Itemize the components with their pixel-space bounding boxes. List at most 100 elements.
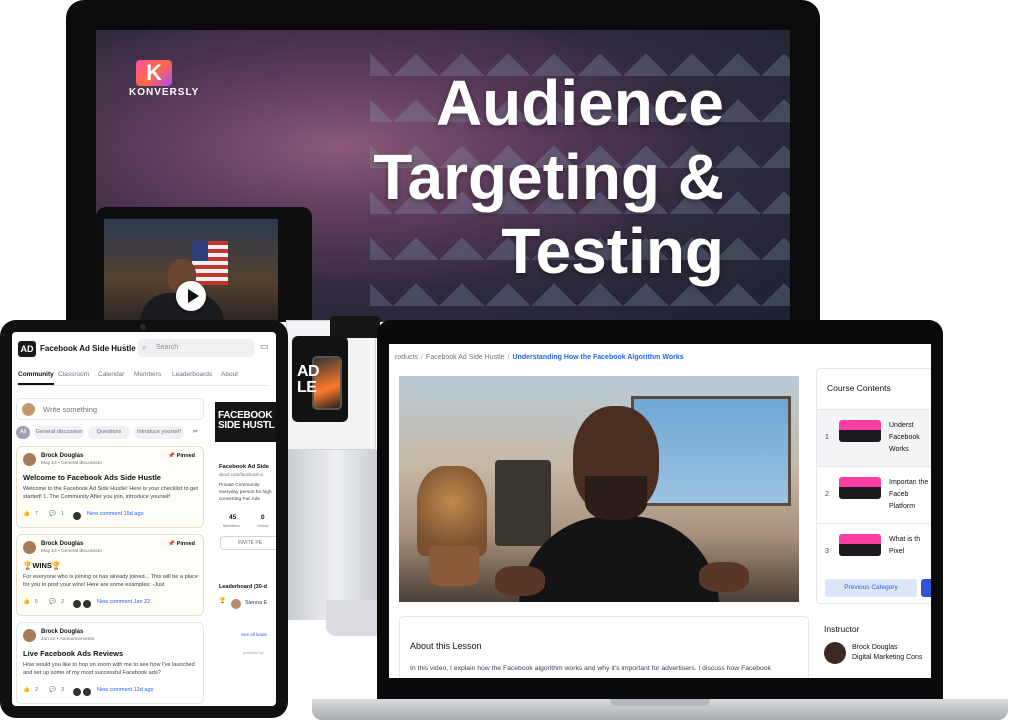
post-title[interactable]: Live Facebook Ads Reviews xyxy=(23,649,203,658)
post-footer: 👍 5 💬 2 New comment Jan 22 xyxy=(23,599,203,609)
avatar xyxy=(23,453,36,466)
post-title[interactable]: 🏆WINS🏆 xyxy=(23,561,203,570)
about-lesson-card: About this Lesson In this video, I expla… xyxy=(399,616,809,678)
online-label: Online xyxy=(257,523,269,528)
video-plant xyxy=(417,466,487,556)
mini-video[interactable] xyxy=(104,219,278,322)
presenter-hand-left xyxy=(495,566,545,596)
post-card[interactable]: Brock Douglas May 14 • General discussio… xyxy=(16,534,204,616)
breadcrumb-group[interactable]: Facebook Ad Side Hustle xyxy=(426,354,505,361)
post-footer: 👍 7 💬 1 New comment 15d ago xyxy=(23,511,203,521)
mini-phone-text: AD LE xyxy=(297,364,320,396)
write-post-input[interactable]: Write something xyxy=(16,398,204,420)
chevron-updown-icon[interactable]: ⌃ xyxy=(121,343,127,351)
chip-general[interactable]: General discussion xyxy=(34,426,84,439)
comment-count: 2 xyxy=(61,599,65,605)
tablet-device: AD Facebook Ad Side Hustle ⌃ Search ⌕ ▭ … xyxy=(0,320,288,718)
leader-name: Sienna E xyxy=(245,600,268,606)
instructor-role: Digital Marketing Cons xyxy=(852,654,923,661)
see-all-leaderboard-link[interactable]: See all leade xyxy=(241,632,267,637)
avatar xyxy=(73,600,81,608)
mini-phone-line-2: LE xyxy=(297,379,317,396)
hero-title-line-1: Audience xyxy=(435,67,724,139)
konversly-logo: K xyxy=(136,60,172,86)
course-item[interactable]: 2 Importan the Faceb Platform xyxy=(817,466,931,523)
members-count: 45 xyxy=(229,514,237,521)
chip-questions[interactable]: Questions xyxy=(88,426,130,439)
comment-count: 3 xyxy=(61,687,65,693)
course-item-number: 1 xyxy=(825,434,829,441)
pinned-label: Pinned xyxy=(176,541,195,547)
search-icon: ⌕ xyxy=(142,343,147,352)
last-comment-link[interactable]: New comment Jan 22 xyxy=(97,599,150,605)
video-speaker xyxy=(495,460,551,546)
last-comment-link[interactable]: New comment 12d ago xyxy=(97,687,154,693)
comment-icon[interactable]: 💬 xyxy=(49,511,56,517)
course-item[interactable]: 3 What is th Pixel xyxy=(817,523,931,580)
like-icon[interactable]: 👍 xyxy=(23,599,30,605)
chat-icon[interactable]: ▭ xyxy=(260,341,269,352)
post-card[interactable]: Brock Douglas May 14 • General discussio… xyxy=(16,446,204,528)
post-author[interactable]: Brock Douglas xyxy=(41,629,83,635)
avatar xyxy=(83,688,91,696)
post-card[interactable]: Brock Douglas Jan 22 • Announcements Liv… xyxy=(16,622,204,704)
hero-title-line-3: Testing xyxy=(501,215,724,287)
members-label: Members xyxy=(223,523,240,528)
lesson-video[interactable] xyxy=(399,376,799,602)
macbook-device: roducts / Facebook Ad Side Hustle / Understa… xyxy=(377,320,943,702)
course-item-thumbnail xyxy=(839,420,881,442)
pinned-badge: 📌 Pinned xyxy=(168,541,195,547)
post-author[interactable]: Brock Douglas xyxy=(41,541,83,547)
tab-calendar[interactable]: Calendar xyxy=(98,371,124,378)
breadcrumb-products[interactable]: roducts xyxy=(395,354,418,361)
tiny-screen xyxy=(330,316,380,338)
presenter-beard xyxy=(585,476,647,520)
course-item-thumbnail xyxy=(839,477,881,499)
leaderboard-row[interactable]: 🏆 Sienna E xyxy=(219,598,276,610)
macbook-notch xyxy=(610,699,710,706)
video-pot xyxy=(429,546,479,586)
write-placeholder: Write something xyxy=(43,405,98,414)
online-count: 0 xyxy=(261,514,265,521)
tab-community[interactable]: Community xyxy=(18,371,54,385)
category-chips: All General discussion Questions Introdu… xyxy=(16,426,212,440)
breadcrumb-current: Understanding How the Facebook Algorithm… xyxy=(512,354,684,361)
like-icon[interactable]: 👍 xyxy=(23,687,30,693)
tab-leaderboards[interactable]: Leaderboards xyxy=(172,371,212,378)
avatar xyxy=(23,541,36,554)
flag-image xyxy=(192,241,228,285)
tab-members[interactable]: Members xyxy=(134,371,161,378)
chip-introduce[interactable]: Introduce yourself xyxy=(134,426,184,439)
comment-icon[interactable]: 💬 xyxy=(49,687,56,693)
breadcrumb: roducts / Facebook Ad Side Hustle / Understa… xyxy=(395,354,684,361)
group-logo[interactable]: AD xyxy=(18,341,36,357)
chip-all[interactable]: All xyxy=(16,426,30,439)
comment-icon[interactable]: 💬 xyxy=(49,599,56,605)
post-meta: Jan 22 • Announcements xyxy=(41,637,95,642)
previous-category-button[interactable]: Previous Category xyxy=(825,579,917,597)
group-url[interactable]: skool.com/facebook-a xyxy=(219,472,263,477)
search-input[interactable]: Search xyxy=(138,339,254,357)
course-item[interactable]: 1 Underst Facebook Works xyxy=(817,409,931,466)
last-comment-link[interactable]: New comment 15d ago xyxy=(87,511,144,517)
invite-button[interactable]: INVITE PE xyxy=(220,536,276,550)
post-meta: May 14 • General discussion xyxy=(41,461,102,466)
tab-classroom[interactable]: Classroom xyxy=(58,371,89,378)
group-sidebar: FACEBOOK SIDE HUSTL Facebook Ad Side sko… xyxy=(215,388,276,706)
filter-icon[interactable]: ⇌ xyxy=(188,426,202,439)
avatar xyxy=(73,688,81,696)
post-title[interactable]: Welcome to Facebook Ads Side Hustle xyxy=(23,473,203,482)
instructor-name[interactable]: Brock Douglas xyxy=(852,644,898,651)
next-category-button[interactable] xyxy=(921,579,931,597)
post-body: For everyone who is joining or has alrea… xyxy=(23,574,198,588)
like-icon[interactable]: 👍 xyxy=(23,511,30,517)
avatar xyxy=(824,642,846,664)
avatar xyxy=(73,512,81,520)
course-item-label: Importan the Faceb Platform xyxy=(889,479,929,510)
mini-laptop xyxy=(96,207,312,322)
post-author[interactable]: Brock Douglas xyxy=(41,453,83,459)
tab-about[interactable]: About xyxy=(221,371,238,378)
like-count: 5 xyxy=(35,599,39,605)
play-icon[interactable] xyxy=(176,281,206,311)
post-footer: 👍 2 💬 3 New comment 12d ago xyxy=(23,687,203,697)
